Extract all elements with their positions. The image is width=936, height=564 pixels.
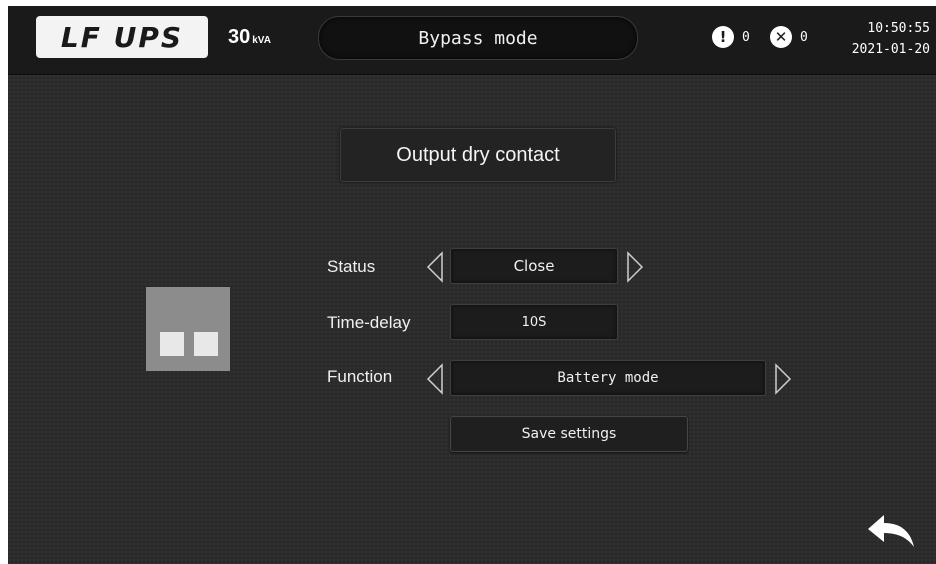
contact-square-right [194,332,218,356]
contact-square-left [160,332,184,356]
fault-count: 0 [800,29,808,45]
screen: LF UPS 30 kVA Bypass mode ! 0 ✕ 0 10:50:5… [8,6,936,564]
operating-mode-display: Bypass mode [318,16,638,60]
status-prev-arrow-icon[interactable] [426,250,444,284]
dry-contact-icon [146,287,230,371]
page-title: Output dry contact [340,128,616,182]
status-next-arrow-icon[interactable] [626,250,644,284]
status-label: Status [327,257,376,276]
top-bar: LF UPS 30 kVA Bypass mode ! 0 ✕ 0 10:50:5… [8,6,936,75]
time-delay-label: Time-delay [327,313,411,332]
function-label: Function [327,367,393,386]
brand-logo: LF UPS [36,16,208,58]
time-delay-input[interactable]: 10S [450,304,618,340]
warning-count: 0 [742,29,750,45]
warning-indicator[interactable]: ! 0 [712,26,750,48]
exclamation-icon: ! [712,26,734,48]
clock-date: 2021-01-20 [851,42,930,57]
back-arrow-icon[interactable] [864,511,916,551]
function-next-arrow-icon[interactable] [774,362,792,396]
clock-time: 10:50:55 [867,21,930,36]
function-prev-arrow-icon[interactable] [426,362,444,396]
function-value[interactable]: Battery mode [450,360,766,396]
rating-value: 30 [228,26,251,48]
power-rating: 30 kVA [228,26,271,49]
save-settings-button[interactable]: Save settings [450,416,688,452]
clock: 10:50:55 2021-01-20 [852,18,930,60]
status-value[interactable]: Close [450,248,618,284]
fault-indicator[interactable]: ✕ 0 [770,26,808,48]
rating-unit: kVA [252,35,271,46]
x-circle-icon: ✕ [770,26,792,48]
